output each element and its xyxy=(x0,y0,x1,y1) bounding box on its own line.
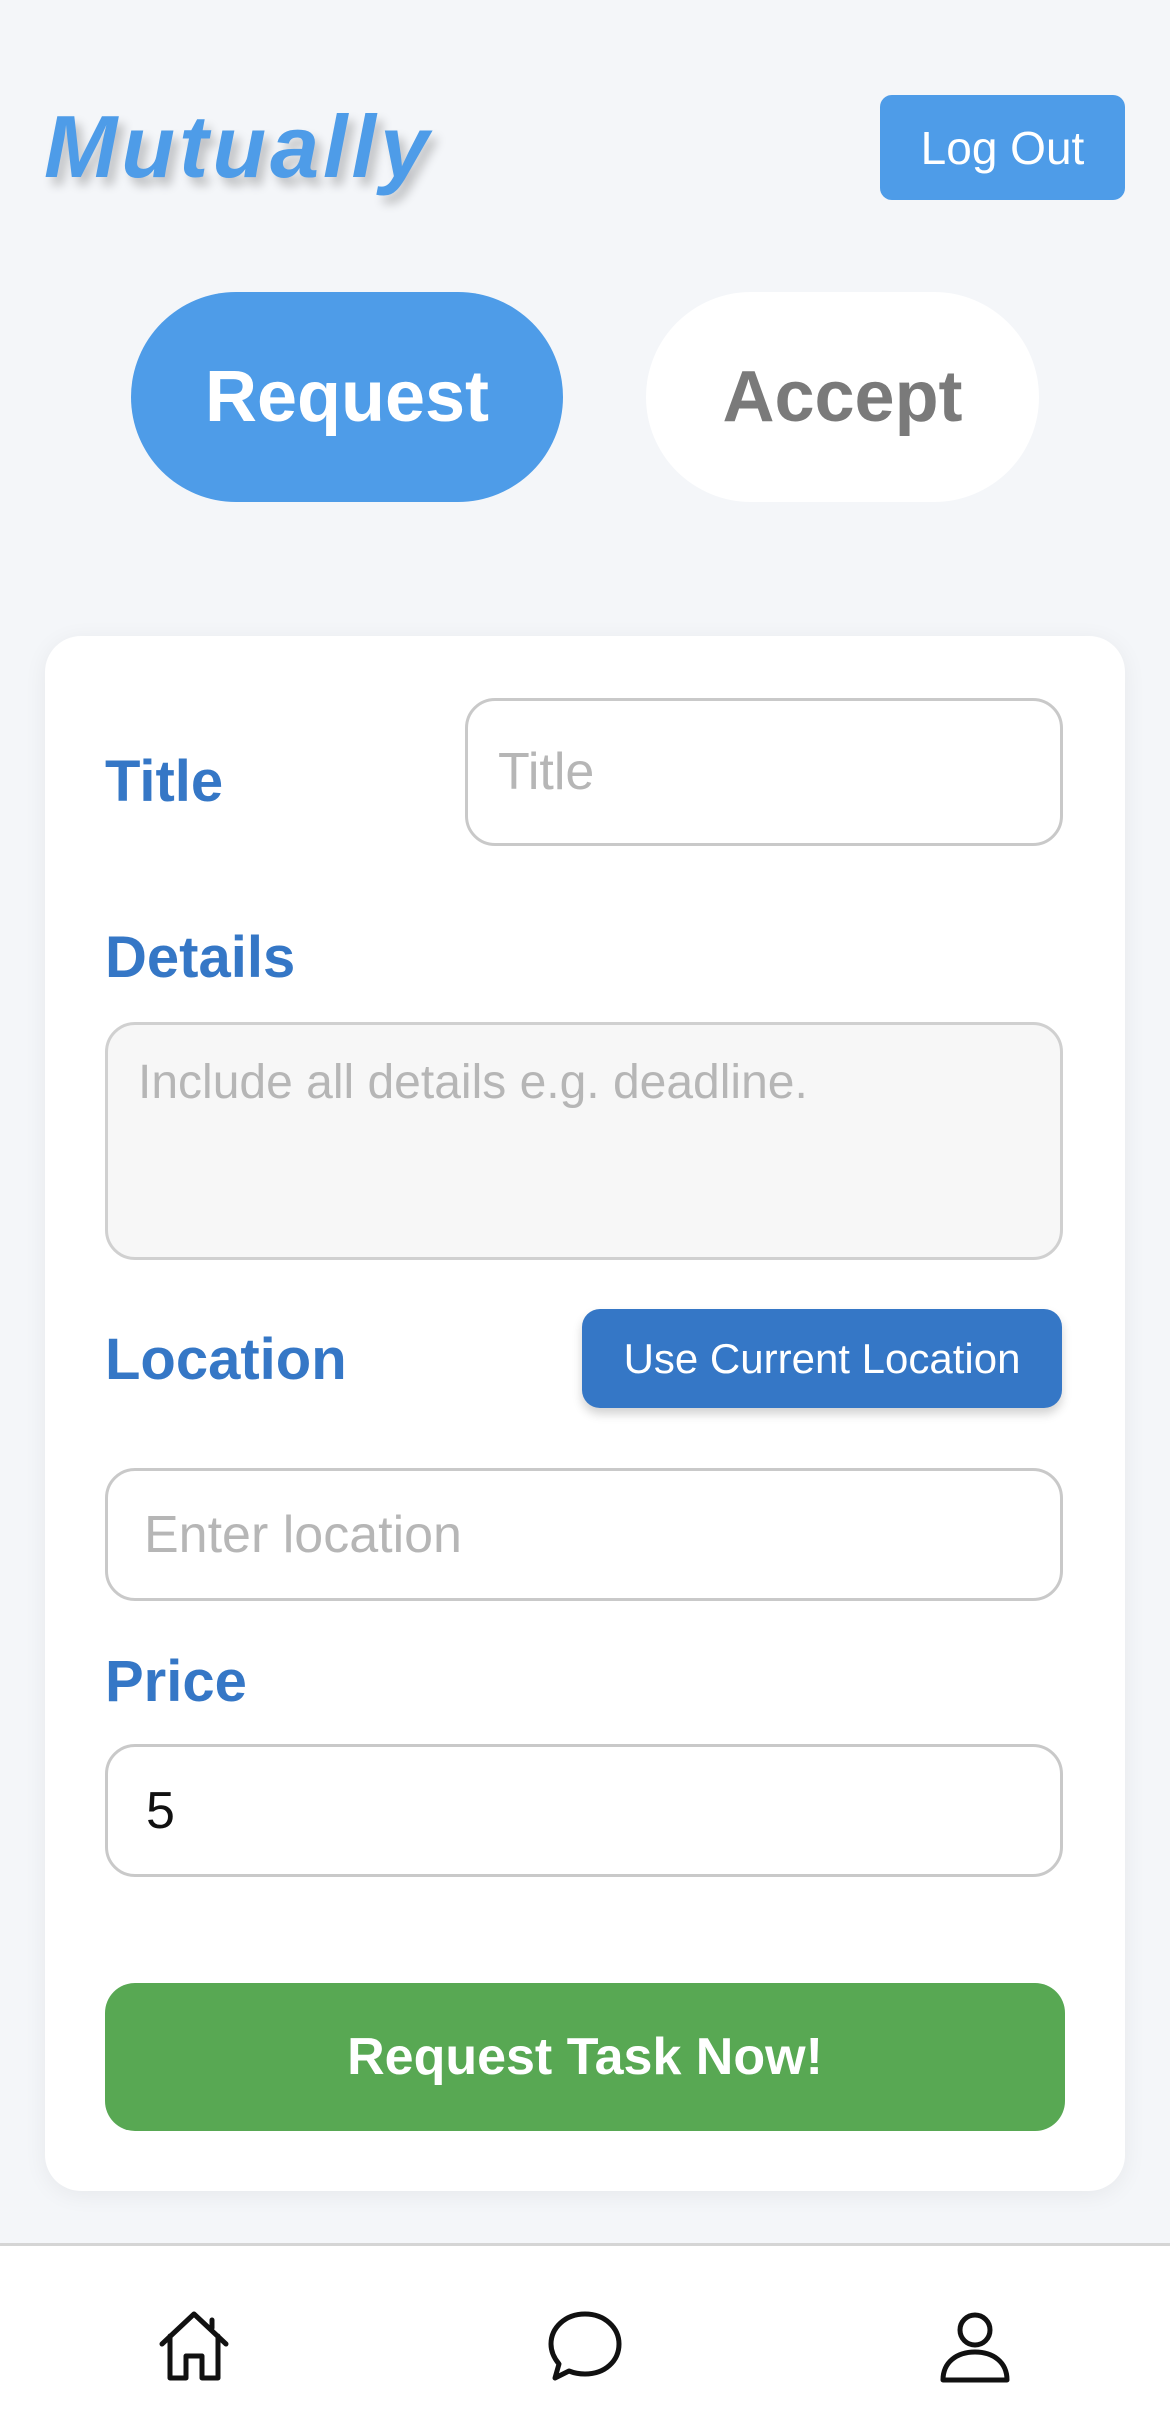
title-label: Title xyxy=(105,749,224,814)
title-placeholder: Title xyxy=(498,743,595,801)
logout-button[interactable]: Log Out xyxy=(880,95,1125,200)
request-task-button[interactable]: Request Task Now! xyxy=(105,1983,1065,2131)
app-logo: Mutually xyxy=(44,97,433,196)
use-current-location-button[interactable]: Use Current Location xyxy=(582,1309,1062,1408)
location-placeholder: Enter location xyxy=(144,1505,462,1564)
details-placeholder: Include all details e.g. deadline. xyxy=(138,1056,808,1109)
price-value: 5 xyxy=(146,1781,175,1840)
location-label: Location xyxy=(105,1327,347,1392)
tab-accept[interactable]: Accept xyxy=(646,292,1039,502)
home-icon[interactable] xyxy=(154,2306,234,2386)
tab-request[interactable]: Request xyxy=(131,292,563,502)
title-input[interactable]: Title xyxy=(465,698,1063,846)
header: Mutually Log Out Request Accept xyxy=(0,0,1170,590)
location-input[interactable]: Enter location xyxy=(105,1468,1063,1601)
chat-icon[interactable] xyxy=(545,2306,625,2386)
bottom-tab-bar xyxy=(0,2243,1170,2425)
profile-icon[interactable] xyxy=(935,2306,1015,2386)
details-textarea[interactable]: Include all details e.g. deadline. xyxy=(105,1022,1063,1260)
details-label: Details xyxy=(105,925,296,990)
price-input[interactable]: 5 xyxy=(105,1744,1063,1877)
price-label: Price xyxy=(105,1649,247,1714)
request-form-card: Title Title Details Include all details … xyxy=(45,636,1125,2191)
